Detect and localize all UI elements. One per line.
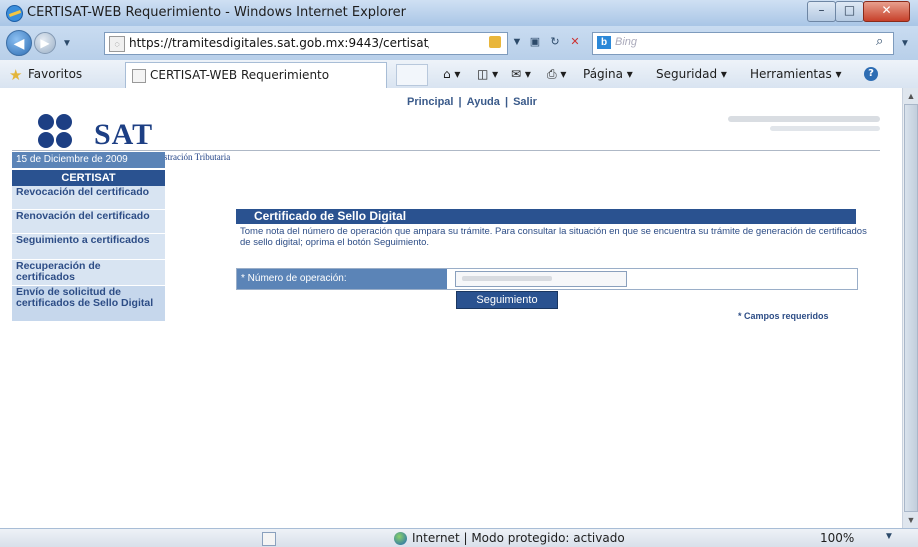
menu-pagina[interactable]: Página ▾: [583, 67, 633, 81]
redacted-operation-number: [462, 276, 552, 281]
nav-separator: |: [458, 96, 462, 108]
vertical-scrollbar[interactable]: ▲ ▼: [902, 88, 918, 528]
search-dropdown-icon[interactable]: ▼: [900, 38, 910, 49]
window-title: CERTISAT-WEB Requerimiento - Windows Int…: [27, 5, 407, 20]
forward-button[interactable]: ▶: [34, 32, 56, 54]
seguimiento-button[interactable]: Seguimiento: [456, 291, 558, 309]
favorites-star-icon[interactable]: ★: [9, 66, 22, 84]
minimize-button[interactable]: –: [807, 1, 836, 22]
operation-number-input[interactable]: [455, 271, 627, 287]
nav-separator: |: [504, 96, 509, 108]
mail-icon[interactable]: ✉ ▾: [511, 67, 531, 81]
page-status-icon: [262, 532, 276, 546]
section-title: Certificado de Sello Digital: [236, 209, 856, 224]
menu-herramientas[interactable]: Herramientas ▾: [750, 67, 842, 81]
zoom-dropdown-icon[interactable]: ▼: [884, 531, 894, 542]
help-icon[interactable]: ?: [864, 67, 878, 81]
sidebar-title: CERTISAT: [12, 170, 165, 186]
sidebar-item-seguimiento[interactable]: Seguimiento a certificados: [12, 234, 165, 260]
address-dropdown-icon[interactable]: ▼: [508, 33, 526, 51]
status-bar: Internet | Modo protegido: activado 100%…: [0, 528, 918, 547]
section-description: Tome nota del número de operación que am…: [240, 226, 867, 248]
zoom-level[interactable]: 100%: [820, 531, 854, 545]
compatibility-icon[interactable]: ▣: [526, 33, 544, 51]
favorites-button[interactable]: Favoritos: [28, 67, 82, 81]
redacted-user-info: [770, 126, 880, 131]
current-date: 15 de Diciembre de 2009: [12, 152, 165, 168]
address-bar[interactable]: ◌ https://tramitesdigitales.sat.gob.mx:9…: [104, 32, 508, 55]
sidebar-item-envio-solicitud[interactable]: Envío de solicitud de certificados de Se…: [12, 286, 165, 322]
scroll-up-icon[interactable]: ▲: [903, 88, 918, 104]
home-icon[interactable]: ⌂ ▾: [443, 67, 460, 81]
sat-logo-text: SAT: [94, 118, 154, 151]
maximize-button[interactable]: □: [835, 1, 864, 22]
scroll-thumb[interactable]: [904, 104, 918, 512]
tab-favicon: [132, 69, 146, 83]
back-button[interactable]: ◀: [6, 30, 32, 56]
sidebar-item-renovacion[interactable]: Renovación del certificado: [12, 210, 165, 234]
refresh-icon[interactable]: ↻: [546, 33, 564, 51]
nav-ayuda-link[interactable]: Ayuda: [467, 96, 500, 108]
sidebar-item-revocacion[interactable]: Revocación del certificado: [12, 186, 165, 210]
nav-principal-link[interactable]: Principal: [407, 96, 453, 108]
required-fields-note: * Campos requeridos: [738, 311, 829, 321]
scroll-down-icon[interactable]: ▼: [903, 512, 918, 528]
nav-salir-link[interactable]: Salir: [513, 96, 537, 108]
lock-icon[interactable]: [489, 36, 501, 48]
sidebar-item-recuperacion[interactable]: Recuperación de certificados: [12, 260, 165, 286]
address-toolbar: ◀ ▶ ▼ ◌ https://tramitesdigitales.sat.go…: [0, 26, 918, 60]
title-bar: CERTISAT-WEB Requerimiento - Windows Int…: [0, 0, 918, 26]
operation-number-row: * Número de operación:: [236, 268, 858, 290]
bing-icon: b: [597, 36, 611, 49]
tab-title: CERTISAT-WEB Requerimiento: [150, 68, 330, 82]
page-favicon: ◌: [109, 36, 125, 52]
internet-zone-icon: [394, 532, 407, 545]
new-tab-button[interactable]: [396, 64, 428, 86]
operation-number-label: * Número de operación:: [237, 269, 447, 289]
security-zone-text[interactable]: Internet | Modo protegido: activado: [412, 531, 625, 545]
tab-certisat[interactable]: CERTISAT-WEB Requerimiento: [125, 62, 387, 89]
print-icon[interactable]: ⎙ ▾: [547, 67, 566, 82]
ie-icon: [6, 5, 23, 22]
redacted-user-info: [728, 116, 880, 122]
top-nav: Principal | Ayuda | Salir: [406, 96, 538, 108]
feeds-icon[interactable]: ◫ ▾: [477, 67, 498, 81]
close-button[interactable]: ✕: [863, 1, 910, 22]
search-placeholder[interactable]: Bing: [615, 36, 637, 48]
search-box[interactable]: b Bing: [592, 32, 894, 55]
page-content: Principal | Ayuda | Salir SAT Servicio d…: [0, 88, 918, 528]
header-divider: [12, 150, 880, 151]
menu-seguridad[interactable]: Seguridad ▾: [656, 67, 727, 81]
stop-icon[interactable]: ✕: [566, 33, 584, 51]
url-text[interactable]: https://tramitesdigitales.sat.gob.mx:944…: [129, 36, 429, 50]
history-dropdown-icon[interactable]: ▼: [62, 38, 72, 49]
search-icon[interactable]: ⌕: [876, 33, 883, 49]
sidebar: 15 de Diciembre de 2009 CERTISAT Revocac…: [12, 152, 165, 322]
sat-logo-dots-icon: [36, 112, 90, 148]
favorites-bar: ★ Favoritos CERTISAT-WEB Requerimiento ⌂…: [0, 60, 918, 89]
browser-window: CERTISAT-WEB Requerimiento - Windows Int…: [0, 0, 918, 547]
